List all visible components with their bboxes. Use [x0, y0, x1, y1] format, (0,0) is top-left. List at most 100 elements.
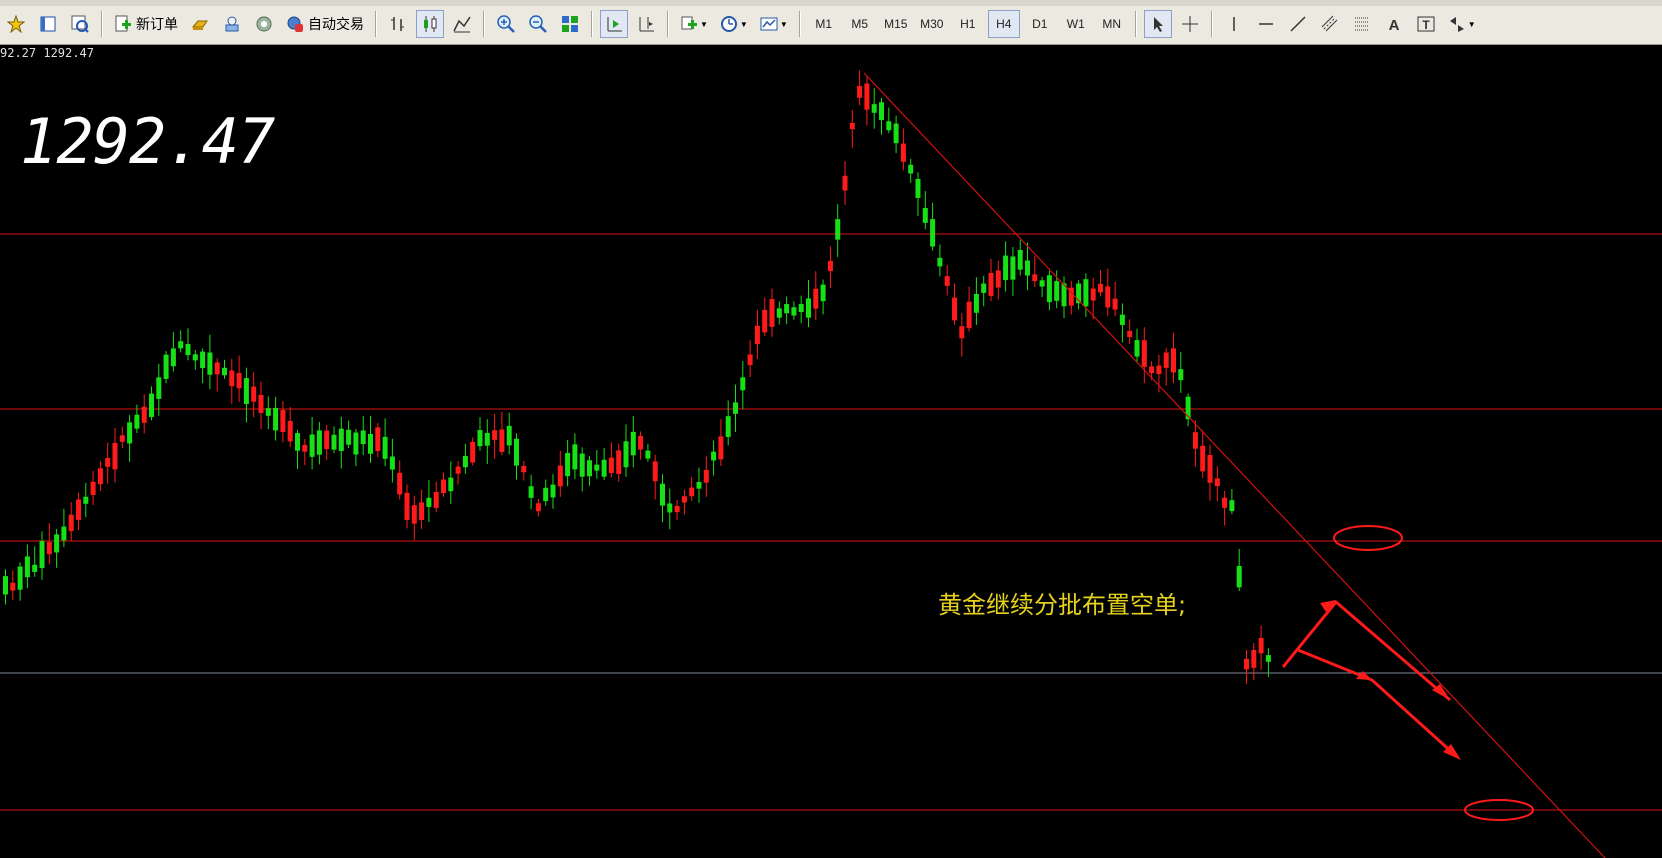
line-chart-button[interactable]: [448, 10, 476, 38]
bar-chart-button[interactable]: [384, 10, 412, 38]
timeframe-h1-button[interactable]: H1: [952, 10, 984, 38]
navigator-button[interactable]: [34, 10, 62, 38]
bear-candle: [922, 207, 928, 223]
bull-candle: [251, 386, 257, 402]
bull-candle: [112, 442, 118, 470]
bear-candle: [725, 416, 731, 437]
horizontal-line-button[interactable]: [1252, 10, 1280, 38]
bear-candle: [17, 566, 23, 590]
favorites-button[interactable]: [2, 10, 30, 38]
bull-candle: [703, 469, 709, 483]
bull-candle: [718, 436, 724, 460]
bull-candle: [689, 487, 695, 497]
bear-candle: [200, 351, 206, 369]
zoom-out-button[interactable]: [524, 10, 552, 38]
timeframe-m15-button[interactable]: M15: [880, 10, 912, 38]
bull-candle: [754, 325, 760, 345]
periods-button[interactable]: ▼: [716, 10, 752, 38]
timeframe-h4-button[interactable]: H4: [987, 10, 1020, 38]
window-icon: [40, 16, 56, 32]
bull-candle: [419, 502, 425, 520]
templates-button[interactable]: ▼: [756, 10, 792, 38]
bull-candle: [1171, 348, 1176, 373]
bear-candle: [83, 496, 89, 504]
candlestick-button[interactable]: [416, 10, 444, 38]
bear-candle: [24, 556, 30, 578]
timeframe-m1-button[interactable]: M1: [808, 10, 840, 38]
signals-button[interactable]: [218, 10, 246, 38]
bear-candle: [477, 430, 483, 447]
bear-candle: [265, 408, 271, 416]
bull-candle: [959, 326, 965, 339]
fibonacci-button[interactable]: [1348, 10, 1376, 38]
svg-text:T: T: [1422, 18, 1430, 32]
toolbar: 新订单 自动交易 ▼ ▼ ▼ M1 M5 M15 M30 H1 H4 D1 W1 MN: [0, 0, 1662, 45]
downtrend-line: [863, 72, 1606, 858]
timeframe-m30-button[interactable]: M30: [916, 10, 948, 38]
bull-candle: [988, 272, 994, 296]
star-icon: [7, 15, 25, 33]
bull-candle: [535, 503, 541, 512]
market-watch-button[interactable]: [66, 10, 94, 38]
timeframe-d1-button[interactable]: D1: [1024, 10, 1056, 38]
bull-candle: [1149, 366, 1155, 374]
vertical-line-button[interactable]: [1220, 10, 1248, 38]
bear-candle: [389, 456, 395, 470]
bull-candle: [397, 472, 403, 495]
timeframe-w1-button[interactable]: W1: [1060, 10, 1092, 38]
bear-candle: [360, 430, 366, 445]
bear-candle: [1083, 279, 1089, 307]
text-label-icon: T: [1417, 16, 1435, 32]
bull-candle: [302, 444, 308, 452]
bull-candle: [492, 430, 498, 440]
bull-candle: [842, 175, 848, 191]
cursor-button[interactable]: [1143, 10, 1172, 38]
bear-candle: [893, 123, 899, 144]
bear-candle: [528, 486, 534, 498]
toolbar-separator: [591, 11, 593, 37]
bear-candle: [134, 414, 140, 429]
text-label-button[interactable]: T: [1412, 10, 1440, 38]
bear-candle: [820, 284, 826, 302]
fibonacci-icon: [1354, 17, 1369, 31]
timeframe-m5-button[interactable]: M5: [844, 10, 876, 38]
bear-candle: [54, 534, 60, 553]
bull-candle: [864, 83, 870, 110]
timeframe-group: M1 M5 M15 M30 H1 H4 D1 W1 MN: [806, 10, 1130, 38]
auto-scroll-button[interactable]: [600, 10, 628, 38]
chart-shift-button[interactable]: [632, 10, 660, 38]
chevron-down-icon: ▼: [1467, 19, 1476, 29]
bear-candle: [127, 422, 133, 444]
bull-candle: [1192, 432, 1198, 449]
indicators-button[interactable]: ▼: [676, 10, 712, 38]
arrows-button[interactable]: ▼: [1444, 10, 1480, 38]
crosshair-button[interactable]: [1176, 10, 1204, 38]
bear-candle: [192, 354, 198, 361]
bar-chart-icon: [391, 17, 404, 31]
timeframe-mn-button[interactable]: MN: [1096, 10, 1128, 38]
radio-button[interactable]: [250, 10, 278, 38]
bull-candle: [1222, 497, 1228, 508]
bear-candle: [784, 304, 790, 314]
bear-candle: [1039, 280, 1045, 287]
auto-trade-button[interactable]: 自动交易: [282, 10, 368, 38]
bear-candle: [156, 377, 162, 399]
bear-candle: [886, 121, 892, 131]
bull-candle: [1127, 330, 1133, 338]
bull-candle: [68, 514, 74, 532]
zoom-in-button[interactable]: [492, 10, 520, 38]
bear-candle: [565, 452, 571, 477]
bear-candle: [207, 352, 213, 375]
bull-candle: [76, 499, 81, 520]
auto-scroll-icon: [607, 17, 622, 32]
tile-windows-button[interactable]: [556, 10, 584, 38]
bull-candle: [827, 260, 833, 272]
equidistant-channel-button[interactable]: [1316, 10, 1344, 38]
toolbar-separator: [101, 11, 103, 37]
bear-candle: [382, 436, 388, 459]
text-button[interactable]: A: [1380, 10, 1408, 38]
gold-bars-button[interactable]: [186, 10, 214, 38]
new-order-button[interactable]: 新订单: [110, 10, 182, 38]
forecast-arrow-path: [1281, 599, 1451, 702]
trendline-button[interactable]: [1284, 10, 1312, 38]
